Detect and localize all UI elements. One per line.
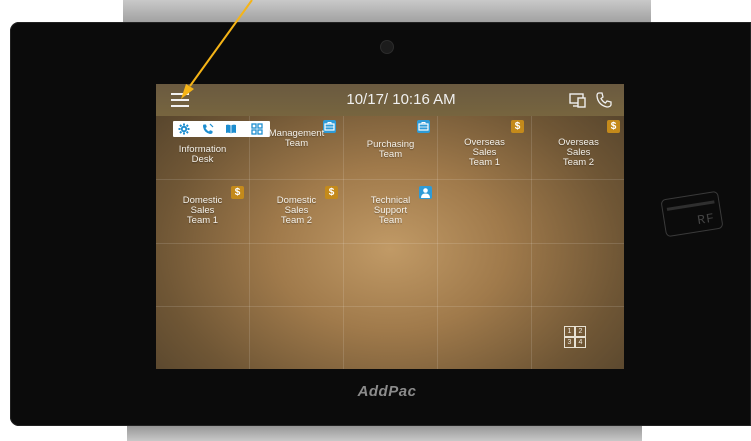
page-2: 2 <box>575 326 586 337</box>
tile-information-desk[interactable]: Information Desk <box>156 116 270 175</box>
speed-dial-grid: Information Desk Management Team Purchas… <box>156 116 624 369</box>
brand-logo: AddPac <box>357 383 417 400</box>
phonebook-icon[interactable] <box>225 123 237 135</box>
phone-icon[interactable] <box>596 92 612 108</box>
page-4: 4 <box>575 337 586 348</box>
menu-icon[interactable] <box>171 92 189 107</box>
tile-label: Overseas Sales Team 1 <box>464 137 505 168</box>
briefcase-icon <box>417 120 430 133</box>
dollar-icon: $ <box>607 120 620 133</box>
gear-icon[interactable] <box>178 123 190 135</box>
tile-label: Domestic Sales Team 1 <box>182 195 223 226</box>
tile-label: Purchasing Team <box>366 139 415 160</box>
camera-lens <box>381 41 393 53</box>
page-3: 3 <box>564 337 575 348</box>
tile-management-team[interactable]: Management Team <box>250 116 343 175</box>
status-bar: 10/17/ 10:16 AM <box>156 84 624 116</box>
tile-label: Overseas Sales Team 2 <box>558 137 599 168</box>
call-log-icon[interactable] <box>202 123 214 135</box>
tile-purchasing-team[interactable]: Purchasing Team <box>344 116 437 175</box>
page-switch-icon[interactable]: 1 2 3 4 <box>564 326 587 349</box>
tile-overseas-sales-team-2[interactable]: $ Overseas Sales Team 2 <box>532 116 624 175</box>
tile-label: Technical Support Team <box>370 195 411 226</box>
tile-label: Domestic Sales Team 2 <box>276 195 317 226</box>
screen-mirror-icon[interactable] <box>569 93 587 108</box>
card-stripe <box>666 200 715 211</box>
tile-overseas-sales-team-1[interactable]: $ Overseas Sales Team 1 <box>438 116 531 175</box>
dollar-icon: $ <box>511 120 524 133</box>
tile-label: Management Team <box>268 128 325 149</box>
tile-technical-support-team[interactable]: Technical Support Team <box>344 180 437 239</box>
touch-screen: 10/17/ 10:16 AM Information Desk Managem… <box>156 84 624 369</box>
tile-domestic-sales-team-2[interactable]: $ Domestic Sales Team 2 <box>250 180 343 239</box>
rf-label: RF <box>696 210 717 229</box>
tile-domestic-sales-team-1[interactable]: $ Domestic Sales Team 1 <box>156 180 249 239</box>
date-time: 10/17/ 10:16 AM <box>346 91 456 108</box>
tile-label: Information Desk <box>178 144 227 165</box>
page-1: 1 <box>564 326 575 337</box>
